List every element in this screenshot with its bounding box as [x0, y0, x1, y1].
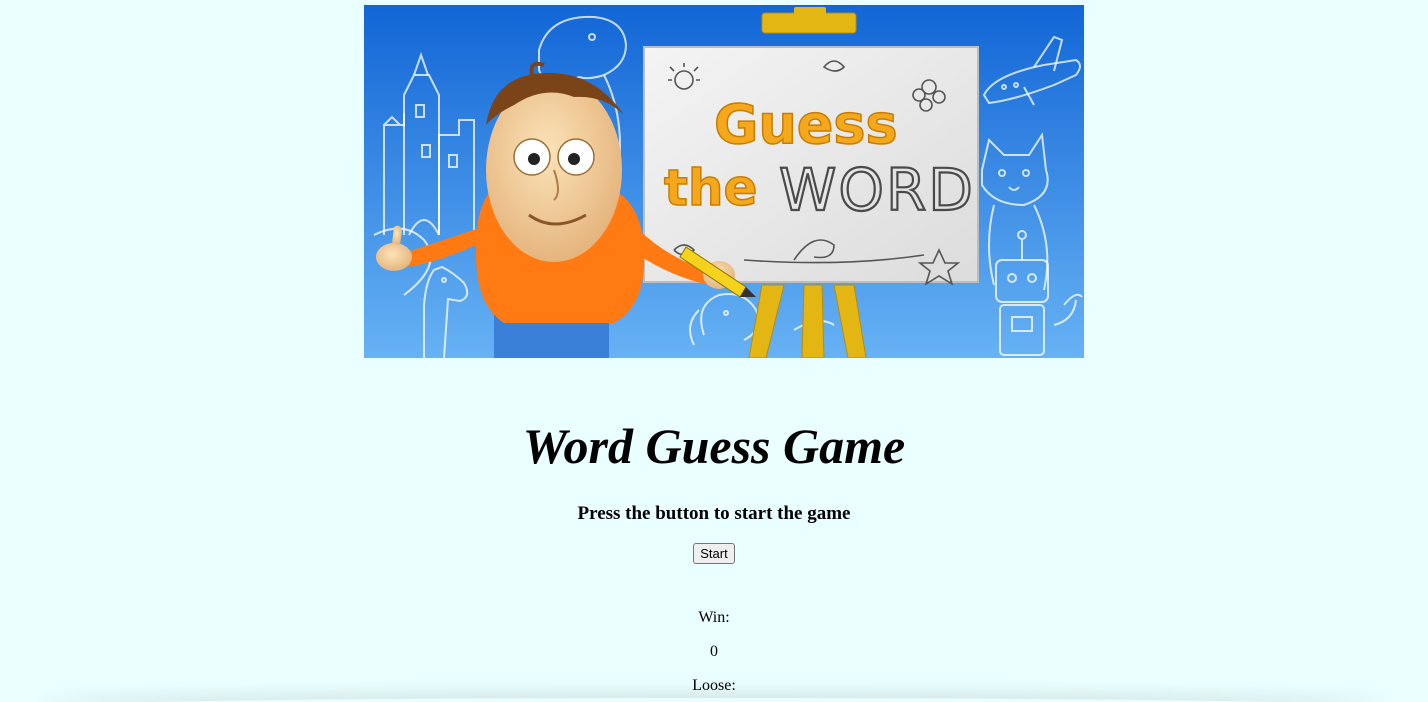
guess-the-word-banner: Guess the WORD: [364, 5, 1084, 358]
instructions-text: Press the button to start the game: [577, 503, 851, 524]
game-page: Guess the WORD Word Guess Game Press the…: [0, 0, 1428, 702]
logo-the-text: the: [664, 159, 757, 217]
start-button-container: Start: [0, 543, 1428, 564]
logo-word-text: WORD: [779, 156, 975, 224]
bottom-shadow: [40, 698, 1388, 702]
loose-label: Loose:: [692, 677, 736, 694]
page-title: Word Guess Game: [522, 418, 906, 474]
start-button[interactable]: Start: [693, 543, 735, 564]
guess-the-word-board: Guess the WORD: [643, 46, 979, 286]
win-count: 0: [710, 643, 718, 660]
win-label: Win:: [698, 609, 730, 626]
logo-guess-text: Guess: [714, 93, 898, 156]
